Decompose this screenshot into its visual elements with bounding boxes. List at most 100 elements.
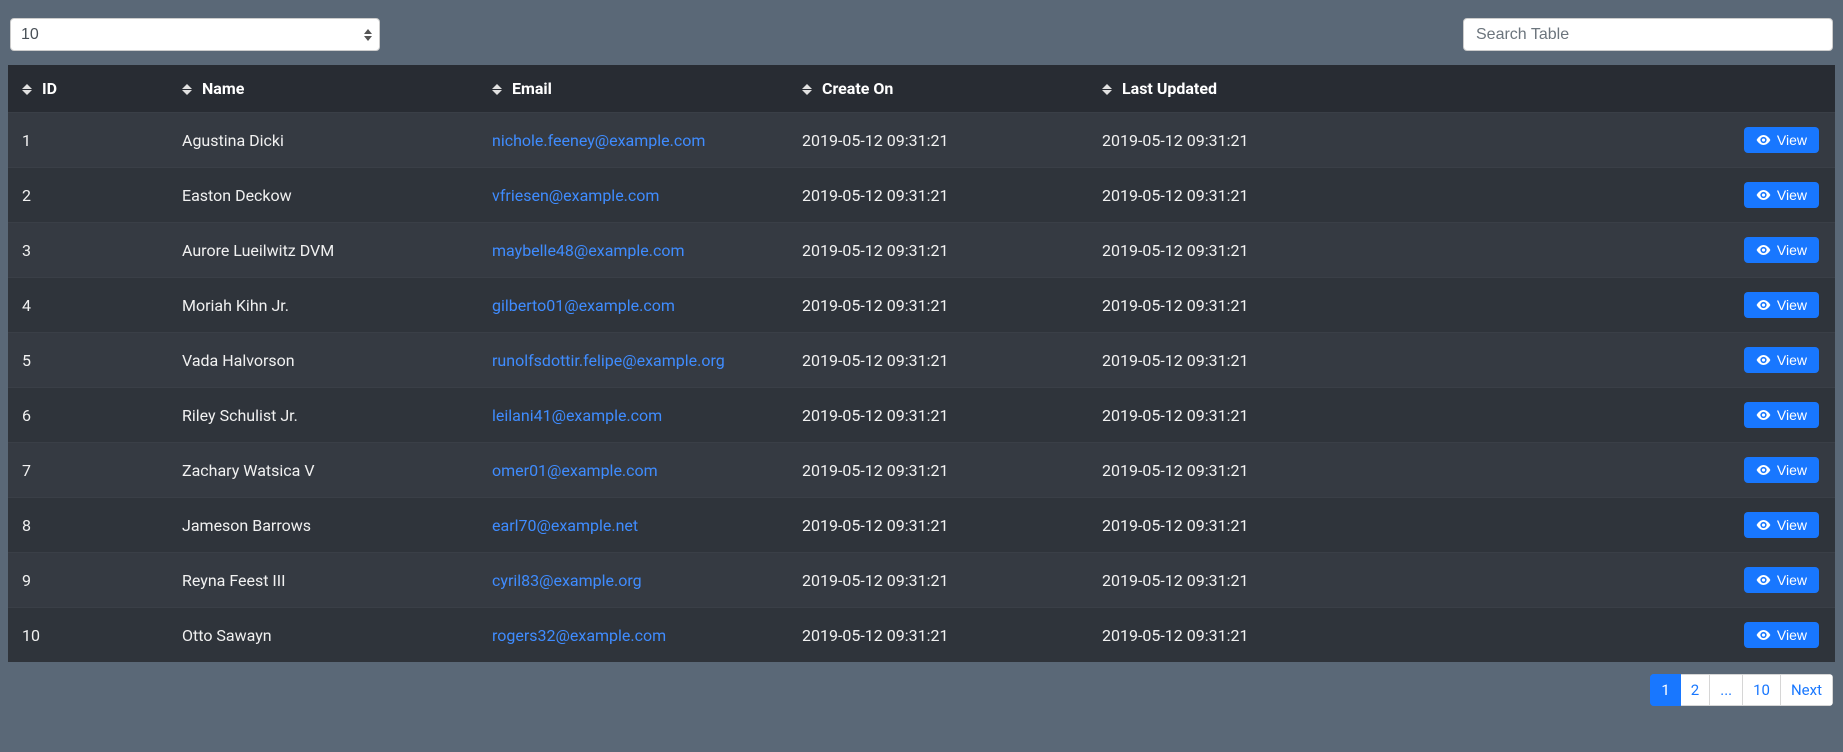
column-header-created-label: Create On xyxy=(822,79,893,98)
cell-name: Aurore Lueilwitz DVM xyxy=(168,223,478,278)
table-row: 9Reyna Feest III cyril83@example.org 2019-… xyxy=(8,553,1835,608)
search-input[interactable] xyxy=(1463,18,1833,51)
table-row: 4Moriah Kihn Jr.gilberto01@example.com20… xyxy=(8,278,1835,333)
column-header-name-label: Name xyxy=(202,79,244,98)
cell-id: 3 xyxy=(8,223,168,278)
cell-created: 2019-05-12 09:31:21 xyxy=(788,168,1088,223)
cell-created: 2019-05-12 09:31:21 xyxy=(788,113,1088,168)
cell-email: earl70@example.net xyxy=(478,498,788,553)
table-row: 3Aurore Lueilwitz DVM maybelle48@example.… xyxy=(8,223,1835,278)
cell-action: View xyxy=(1388,443,1835,498)
view-button-label: View xyxy=(1777,352,1807,368)
cell-created: 2019-05-12 09:31:21 xyxy=(788,443,1088,498)
email-link[interactable]: gilberto01@example.com xyxy=(492,296,675,315)
cell-email: leilani41@example.com xyxy=(478,388,788,443)
cell-email: cyril83@example.org xyxy=(478,553,788,608)
cell-name: Reyna Feest III xyxy=(168,553,478,608)
view-button[interactable]: View xyxy=(1744,622,1819,648)
table-row: 10Otto Sawaynrogers32@example.com2019-05… xyxy=(8,608,1835,663)
page-1[interactable]: 1 xyxy=(1650,674,1680,706)
view-button[interactable]: View xyxy=(1744,127,1819,153)
view-button[interactable]: View xyxy=(1744,237,1819,263)
view-button-label: View xyxy=(1777,517,1807,533)
cell-created: 2019-05-12 09:31:21 xyxy=(788,553,1088,608)
view-button[interactable]: View xyxy=(1744,457,1819,483)
eye-icon xyxy=(1756,629,1771,641)
email-link[interactable]: maybelle48@example.com xyxy=(492,241,685,260)
column-header-name[interactable]: Name xyxy=(168,65,478,113)
email-link[interactable]: leilani41@example.com xyxy=(492,406,662,425)
page-size-select[interactable]: 10 xyxy=(10,18,380,51)
cell-name: Riley Schulist Jr. xyxy=(168,388,478,443)
cell-id: 10 xyxy=(8,608,168,663)
page-size-select-wrap: 10 xyxy=(10,18,380,51)
cell-action: View xyxy=(1388,498,1835,553)
cell-email: vfriesen@example.com xyxy=(478,168,788,223)
cell-action: View xyxy=(1388,553,1835,608)
column-header-email[interactable]: Email xyxy=(478,65,788,113)
pagination: 12...10Next xyxy=(1650,674,1833,706)
email-link[interactable]: rogers32@example.com xyxy=(492,626,666,645)
cell-id: 8 xyxy=(8,498,168,553)
view-button[interactable]: View xyxy=(1744,292,1819,318)
column-header-id[interactable]: ID xyxy=(8,65,168,113)
cell-updated: 2019-05-12 09:31:21 xyxy=(1088,223,1388,278)
cell-updated: 2019-05-12 09:31:21 xyxy=(1088,553,1388,608)
page-10[interactable]: 10 xyxy=(1743,674,1781,706)
cell-name: Easton Deckow xyxy=(168,168,478,223)
eye-icon xyxy=(1756,574,1771,586)
column-header-updated-label: Last Updated xyxy=(1122,79,1217,98)
pagination-row: 12...10Next xyxy=(8,674,1835,706)
view-button[interactable]: View xyxy=(1744,347,1819,373)
page-2[interactable]: 2 xyxy=(1681,674,1710,706)
table-row: 5Vada Halvorsonrunolfsdottir.felipe@exam… xyxy=(8,333,1835,388)
cell-created: 2019-05-12 09:31:21 xyxy=(788,278,1088,333)
table-header-row: ID Name Email Create On Last Updated xyxy=(8,65,1835,113)
cell-created: 2019-05-12 09:31:21 xyxy=(788,333,1088,388)
email-link[interactable]: nichole.feeney@example.com xyxy=(492,131,705,150)
column-header-id-label: ID xyxy=(42,79,57,98)
column-header-updated[interactable]: Last Updated xyxy=(1088,65,1388,113)
cell-id: 4 xyxy=(8,278,168,333)
cell-updated: 2019-05-12 09:31:21 xyxy=(1088,333,1388,388)
sort-icon xyxy=(492,84,502,95)
view-button-label: View xyxy=(1777,627,1807,643)
cell-email: runolfsdottir.felipe@example.org xyxy=(478,333,788,388)
cell-created: 2019-05-12 09:31:21 xyxy=(788,223,1088,278)
email-link[interactable]: earl70@example.net xyxy=(492,516,638,535)
eye-icon xyxy=(1756,244,1771,256)
cell-action: View xyxy=(1388,223,1835,278)
cell-action: View xyxy=(1388,113,1835,168)
cell-updated: 2019-05-12 09:31:21 xyxy=(1088,168,1388,223)
page-next[interactable]: Next xyxy=(1781,674,1833,706)
sort-icon xyxy=(22,84,32,95)
email-link[interactable]: runolfsdottir.felipe@example.org xyxy=(492,351,725,370)
data-table: ID Name Email Create On Last Updated 1Ag… xyxy=(8,65,1835,662)
eye-icon xyxy=(1756,464,1771,476)
email-link[interactable]: cyril83@example.org xyxy=(492,571,642,590)
cell-email: rogers32@example.com xyxy=(478,608,788,663)
cell-created: 2019-05-12 09:31:21 xyxy=(788,388,1088,443)
view-button[interactable]: View xyxy=(1744,512,1819,538)
cell-action: View xyxy=(1388,278,1835,333)
view-button[interactable]: View xyxy=(1744,402,1819,428)
cell-action: View xyxy=(1388,608,1835,663)
view-button[interactable]: View xyxy=(1744,567,1819,593)
view-button-label: View xyxy=(1777,297,1807,313)
view-button-label: View xyxy=(1777,407,1807,423)
email-link[interactable]: omer01@example.com xyxy=(492,461,658,480)
email-link[interactable]: vfriesen@example.com xyxy=(492,186,659,205)
cell-email: nichole.feeney@example.com xyxy=(478,113,788,168)
cell-action: View xyxy=(1388,333,1835,388)
cell-email: maybelle48@example.com xyxy=(478,223,788,278)
cell-updated: 2019-05-12 09:31:21 xyxy=(1088,498,1388,553)
view-button[interactable]: View xyxy=(1744,182,1819,208)
table-row: 6Riley Schulist Jr. leilani41@example.com… xyxy=(8,388,1835,443)
column-header-created[interactable]: Create On xyxy=(788,65,1088,113)
cell-action: View xyxy=(1388,388,1835,443)
cell-id: 9 xyxy=(8,553,168,608)
cell-id: 6 xyxy=(8,388,168,443)
column-header-email-label: Email xyxy=(512,79,552,98)
cell-id: 5 xyxy=(8,333,168,388)
cell-created: 2019-05-12 09:31:21 xyxy=(788,608,1088,663)
